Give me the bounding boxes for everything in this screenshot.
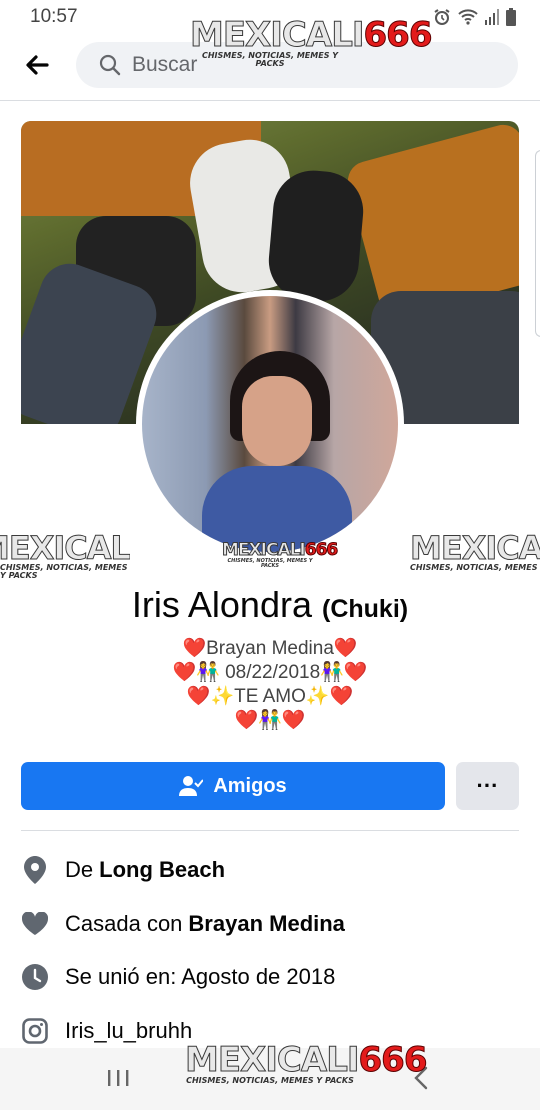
- profile-alt-name: (Chuki): [322, 595, 409, 623]
- watermark-left: MEXICALI666 CHISMES, NOTICIAS, MEMES Y P…: [0, 532, 130, 580]
- profile-name-text: Iris Alondra: [131, 584, 312, 625]
- more-options-button[interactable]: ···: [456, 762, 519, 810]
- side-panel-edge: [535, 150, 540, 337]
- friends-check-icon: [179, 776, 204, 796]
- signal-icon: [485, 9, 499, 30]
- status-time: 10:57: [30, 6, 78, 27]
- detail-joined: Se unió en: Agosto de 2018: [21, 962, 521, 992]
- bio-line: ❤️✨TE AMO✨❤️: [186, 686, 354, 707]
- watermark-top: MEXICALI666 CHISMES, NOTICIAS, MEMES Y P…: [190, 15, 433, 68]
- bio-line: ❤️👫 08/22/2018👫❤️: [172, 662, 368, 683]
- status-icons: [433, 8, 516, 31]
- detail-from-value[interactable]: Long Beach: [99, 857, 225, 883]
- profile-bio: ❤️Brayan Medina❤️ ❤️👫 08/22/2018👫❤️ ❤️✨T…: [0, 637, 540, 733]
- watermark-avatar: MEXICALI666 CHISMES, NOTICIAS, MEMES Y P…: [222, 540, 339, 569]
- detail-joined-text: Se unió en: Agosto de 2018: [65, 964, 336, 989]
- watermark-right: MEXICALI666 CHISMES, NOTICIAS, MEMES Y P…: [410, 532, 540, 572]
- friends-button[interactable]: Amigos: [21, 762, 445, 810]
- avatar: [142, 296, 398, 552]
- watermark-bottom: MEXICALI666 CHISMES, NOTICIAS, MEMES Y P…: [185, 1040, 428, 1085]
- detail-married-prefix: Casada con: [65, 911, 183, 936]
- back-button[interactable]: [22, 50, 52, 80]
- profile-picture[interactable]: [136, 290, 404, 558]
- back-arrow-icon: [26, 55, 49, 75]
- detail-from: De Long Beach: [21, 855, 521, 885]
- location-pin-icon: [21, 856, 49, 884]
- alarm-icon: [433, 8, 451, 31]
- recents-icon[interactable]: [106, 1068, 130, 1088]
- battery-icon: [506, 8, 516, 31]
- instagram-icon: [21, 1017, 49, 1045]
- more-icon: ···: [476, 773, 499, 798]
- wifi-icon: [458, 9, 478, 30]
- search-placeholder: Buscar: [132, 53, 198, 76]
- detail-married-value[interactable]: Brayan Medina: [188, 911, 345, 937]
- bio-line: ❤️Brayan Medina❤️: [182, 638, 358, 659]
- detail-instagram-handle[interactable]: Iris_lu_bruhh: [65, 1018, 192, 1044]
- clock-icon: [21, 963, 49, 991]
- detail-from-prefix: De: [65, 857, 94, 882]
- detail-married: Casada con Brayan Medina: [21, 909, 521, 939]
- friends-button-label: Amigos: [213, 774, 287, 797]
- search-icon: [99, 54, 121, 76]
- divider: [21, 830, 519, 831]
- heart-icon: [21, 910, 49, 938]
- bio-line: ❤️👫❤️: [234, 710, 306, 731]
- profile-name: Iris Alondra (Chuki): [0, 584, 540, 626]
